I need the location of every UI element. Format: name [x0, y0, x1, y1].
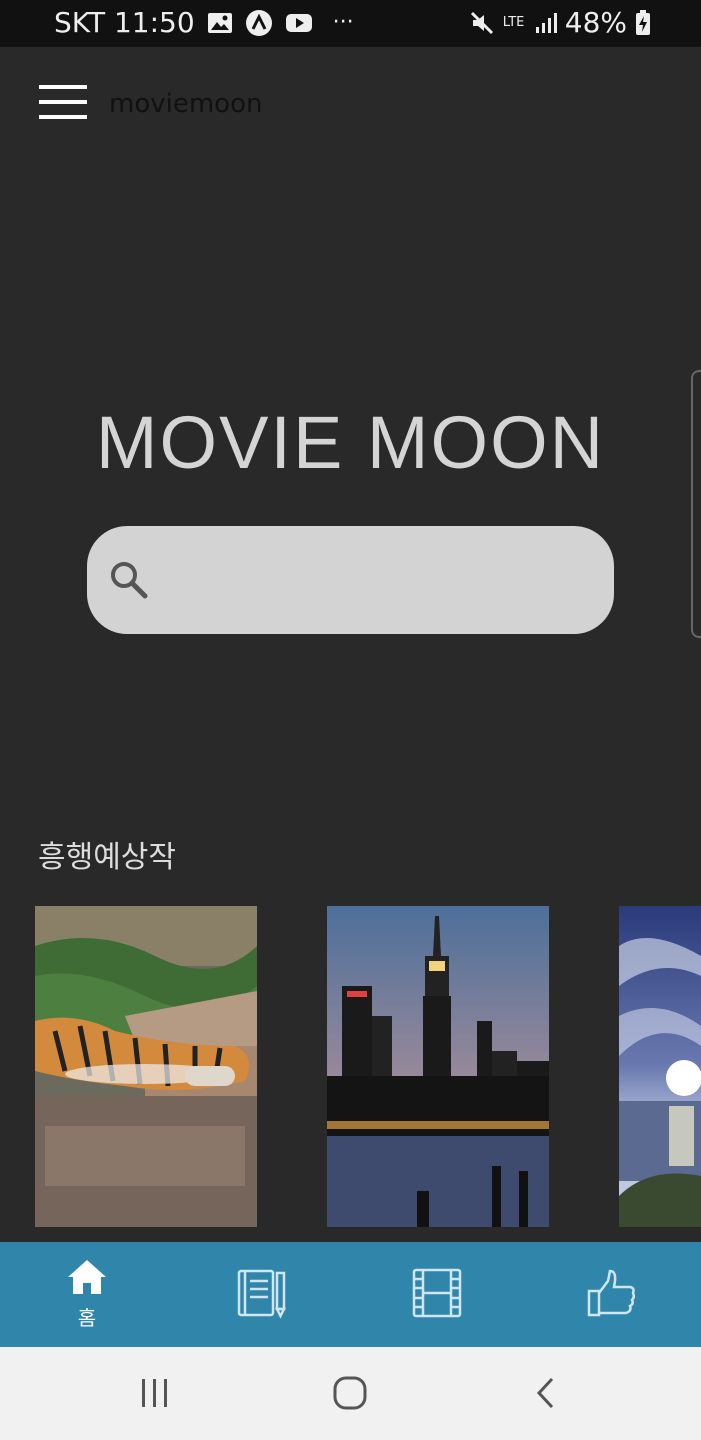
system-navigation-bar	[0, 1347, 701, 1440]
movie-poster-3[interactable]	[619, 906, 701, 1227]
bottom-navigation: 홈	[0, 1242, 701, 1347]
nav-recommend[interactable]	[552, 1242, 672, 1347]
home-circle-icon	[333, 1376, 367, 1414]
mute-icon	[469, 10, 495, 36]
search-input[interactable]	[167, 556, 587, 604]
movie-poster-2[interactable]	[327, 906, 549, 1227]
nav-home[interactable]: 홈	[27, 1242, 147, 1347]
city-skyline-image	[327, 906, 549, 1227]
menu-icon[interactable]	[39, 85, 87, 119]
app-bar: moviemoon	[0, 47, 701, 157]
signal-icon	[535, 12, 557, 34]
nav-notebook[interactable]	[202, 1242, 322, 1347]
back-button[interactable]	[516, 1375, 576, 1415]
notebook-icon	[236, 1267, 288, 1323]
gallery-icon	[207, 11, 233, 35]
recent-apps-button[interactable]	[125, 1375, 185, 1415]
search-bar[interactable]	[87, 526, 614, 634]
app-a-icon	[245, 9, 273, 37]
section-title: 흥행예상작	[38, 840, 176, 875]
more-notifications-icon: ···	[332, 10, 354, 35]
status-bar: SKT 11:50 ··· LTE 48%	[0, 0, 701, 47]
app-title: moviemoon	[109, 89, 263, 119]
home-button[interactable]	[320, 1375, 380, 1415]
sunset-sea-image	[619, 906, 701, 1227]
battery-percent: 48%	[564, 6, 627, 39]
nav-film[interactable]	[377, 1242, 497, 1347]
youtube-icon	[285, 12, 313, 34]
tiger-image	[35, 906, 257, 1227]
movie-poster-1[interactable]	[35, 906, 257, 1227]
hero-title: MOVIE MOON	[95, 401, 606, 484]
film-icon	[411, 1267, 463, 1323]
nav-home-label: 홈	[77, 1306, 97, 1330]
thumbs-up-icon	[586, 1267, 638, 1323]
battery-charging-icon	[635, 9, 651, 36]
search-icon	[109, 560, 149, 600]
home-icon	[66, 1258, 108, 1300]
network-type: LTE	[502, 15, 525, 30]
carrier-time: SKT 11:50	[54, 6, 195, 39]
back-icon	[534, 1376, 558, 1414]
recent-apps-icon	[139, 1377, 171, 1413]
